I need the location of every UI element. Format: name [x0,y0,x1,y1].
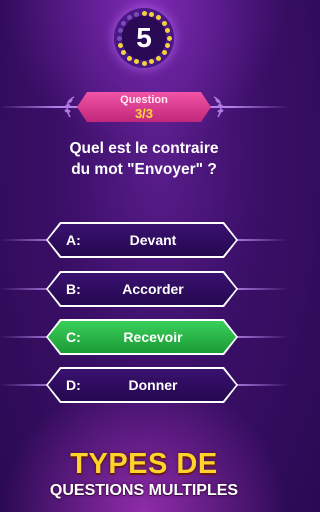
answer-option-c[interactable]: C: Recevoir [46,319,238,355]
answer-text: Devant [129,232,177,248]
question-counter: 3/3 [134,106,154,121]
promo-subheadline: QUESTIONS MULTIPLES [49,482,239,499]
laurel-right-icon [213,96,224,118]
question-badge: Question 3/3 [77,92,211,122]
promo-headline: TYPES DE [70,448,218,480]
answer-text: Donner [128,377,178,393]
countdown-timer: 5 [114,8,174,68]
question-badge-title: Question [120,94,168,106]
question-line-2: du mot "Envoyer" ? [71,161,217,178]
answer-option-d-body: D: Donner [48,369,236,401]
answer-text: Recevoir [123,329,183,345]
answer-option-b[interactable]: B: Accorder [46,271,238,307]
answer-option-a[interactable]: A: Devant [46,222,238,258]
laurel-left-icon [64,96,75,118]
answer-text: Accorder [122,281,184,297]
answer-option-b-body: B: Accorder [48,273,236,305]
timer-value: 5 [136,22,152,53]
question-text: Quel est le contraire du mot "Envoyer" ? [20,138,268,180]
answer-option-c-body: C: Recevoir [48,321,236,353]
answer-option-d[interactable]: D: Donner [46,367,238,403]
answer-option-a-body: A: Devant [48,224,236,256]
question-line-1: Quel est le contraire [69,140,219,157]
